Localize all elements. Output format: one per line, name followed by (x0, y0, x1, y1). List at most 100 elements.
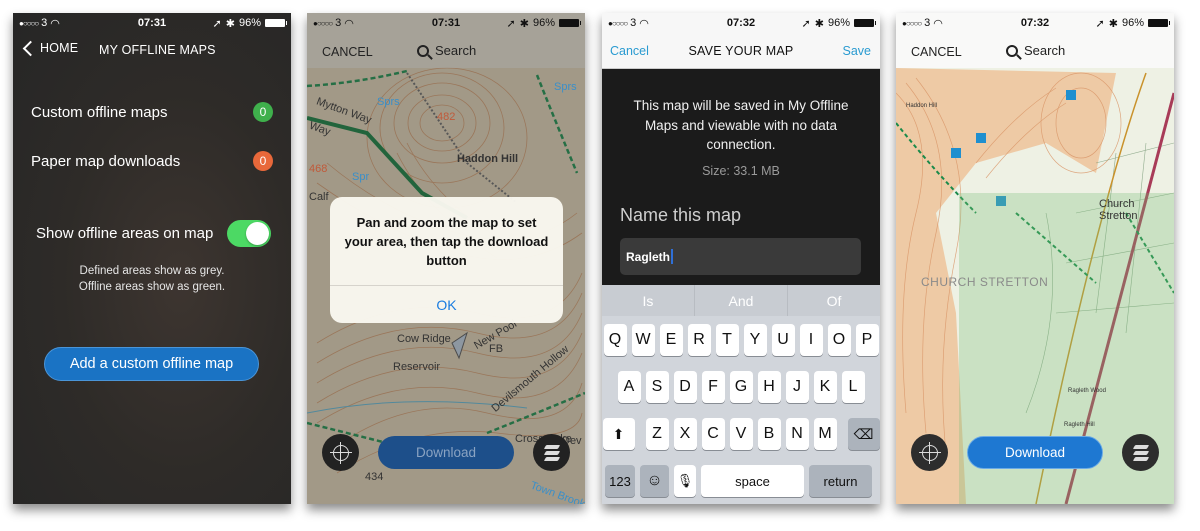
cancel-button[interactable]: CANCEL (322, 45, 373, 59)
alert-message: Pan and zoom the map to set your area, t… (344, 215, 549, 268)
key-row-3: ⬆ Z X C V B N M ⌫ (602, 418, 880, 450)
signal-dots-icon: ●○○○○ (19, 18, 39, 28)
key[interactable]: L (841, 371, 865, 403)
screen-map-download: Haddon Hill Church Stretton CHURCH STRET… (896, 13, 1174, 504)
key[interactable]: R (687, 324, 711, 356)
key[interactable]: M (813, 418, 837, 450)
signal-dots-icon: ●○○○○ (608, 18, 628, 28)
carrier-label: 3 (41, 17, 48, 29)
home-back-button[interactable]: HOME (21, 40, 79, 56)
key[interactable]: H (757, 371, 781, 403)
locate-me-button[interactable] (911, 434, 948, 471)
space-key[interactable]: space (701, 465, 804, 497)
key[interactable]: D (673, 371, 697, 403)
return-key[interactable]: return (809, 465, 872, 497)
battery-percent: 96% (1121, 17, 1144, 29)
count-badge: 0 (253, 151, 273, 171)
emoji-icon: ☺ (646, 472, 663, 489)
screen-map-set-area: Mytton Way Way Sprs Sprs 482 Haddon Hill… (307, 13, 585, 504)
map-label: CHURCH STRETTON (921, 275, 1049, 289)
search-button[interactable]: Search (417, 43, 476, 58)
suggestion-item[interactable]: Of (788, 285, 880, 316)
map-label: Sprs (377, 96, 400, 108)
signal-dots-icon: ●○○○○ (902, 18, 922, 28)
battery-icon (854, 19, 876, 27)
bluetooth-icon: ✱ (1108, 17, 1118, 30)
key[interactable]: Z (645, 418, 669, 450)
shift-arrow-icon: ⬆ (612, 425, 625, 442)
key[interactable]: U (771, 324, 795, 356)
back-label: HOME (40, 41, 79, 55)
screen-my-offline-maps: ●○○○○ 3 ◠ 07:31 ➚ ✱ 96% HOME MY OFFLINE MAPS… (13, 13, 291, 504)
search-button[interactable]: Search (1006, 43, 1065, 58)
numbers-key[interactable]: 123 (605, 465, 635, 497)
wifi-icon: ◠ (639, 17, 649, 30)
key[interactable]: P (855, 324, 879, 356)
status-bar: ●○○○○ 3 ◠ 07:32 ➚ ✱ 96% (896, 13, 1174, 33)
help-line: Offline areas show as green. (78, 281, 226, 293)
key[interactable]: J (785, 371, 809, 403)
name-map-heading: Name this map (620, 205, 742, 225)
alert-ok-button[interactable]: OK (330, 286, 563, 323)
show-offline-areas-row: Show offline areas on map (36, 218, 271, 248)
toggle-label: Show offline areas on map (36, 224, 214, 242)
map-name-input[interactable]: Ragleth (620, 238, 861, 275)
key[interactable]: C (701, 418, 725, 450)
key[interactable]: N (785, 418, 809, 450)
key[interactable]: Y (743, 324, 767, 356)
map-layers-button[interactable] (533, 434, 570, 471)
cancel-button[interactable]: CANCEL (911, 45, 962, 59)
cancel-button[interactable]: Cancel (610, 44, 649, 58)
wifi-icon: ◠ (50, 17, 60, 30)
key[interactable]: G (729, 371, 753, 403)
save-button[interactable]: Save (843, 44, 872, 58)
dictation-key[interactable]: 🎙 (674, 465, 696, 497)
key[interactable]: I (799, 324, 823, 356)
add-custom-offline-map-button[interactable]: Add a custom offline map (44, 347, 259, 381)
key[interactable]: A (617, 371, 641, 403)
custom-offline-maps-row[interactable]: Custom offline maps 0 (31, 100, 273, 124)
locate-me-button[interactable] (322, 434, 359, 471)
emoji-key[interactable]: ☺ (640, 465, 669, 497)
count-badge: 0 (253, 102, 273, 122)
suggestion-item[interactable]: And (695, 285, 788, 316)
key-row-1: Q W E R T Y U I O P (602, 324, 880, 356)
key[interactable]: V (729, 418, 753, 450)
show-offline-areas-toggle[interactable] (227, 219, 271, 247)
key[interactable]: O (827, 324, 851, 356)
download-button[interactable]: Download (378, 436, 514, 469)
backspace-key[interactable]: ⌫ (847, 418, 880, 450)
carrier-label: 3 (924, 17, 931, 29)
layers-icon (543, 444, 560, 461)
download-button[interactable]: Download (967, 436, 1103, 469)
search-label: Search (1024, 43, 1066, 58)
key[interactable]: K (813, 371, 837, 403)
key[interactable]: T (715, 324, 739, 356)
key[interactable]: X (673, 418, 697, 450)
search-label: Search (435, 43, 477, 58)
bluetooth-icon: ✱ (519, 17, 529, 30)
map-label: 482 (437, 111, 456, 123)
key[interactable]: F (701, 371, 725, 403)
shift-key[interactable]: ⬆ (602, 418, 635, 450)
signal-dots-icon: ●○○○○ (313, 18, 333, 28)
search-icon (1006, 44, 1018, 57)
battery-percent: 96% (238, 17, 261, 29)
location-arrow-icon: ➚ (1095, 17, 1105, 30)
key[interactable]: B (757, 418, 781, 450)
map-layers-button[interactable] (1122, 434, 1159, 471)
text-caret (671, 249, 673, 264)
wifi-icon: ◠ (344, 17, 354, 30)
backspace-icon: ⌫ (853, 425, 874, 442)
paper-map-downloads-row[interactable]: Paper map downloads 0 (31, 149, 273, 173)
suggestion-item[interactable]: Is (602, 285, 695, 316)
key[interactable]: Q (603, 324, 627, 356)
key[interactable]: S (645, 371, 669, 403)
help-line: Defined areas show as grey. (79, 265, 225, 277)
map-label: 434 (365, 471, 384, 483)
key[interactable]: E (659, 324, 683, 356)
map-label: 468 (309, 163, 328, 175)
save-info-text: This map will be saved in My Offline Map… (633, 98, 849, 152)
key[interactable]: W (631, 324, 655, 356)
location-arrow-icon: ➚ (506, 17, 516, 30)
